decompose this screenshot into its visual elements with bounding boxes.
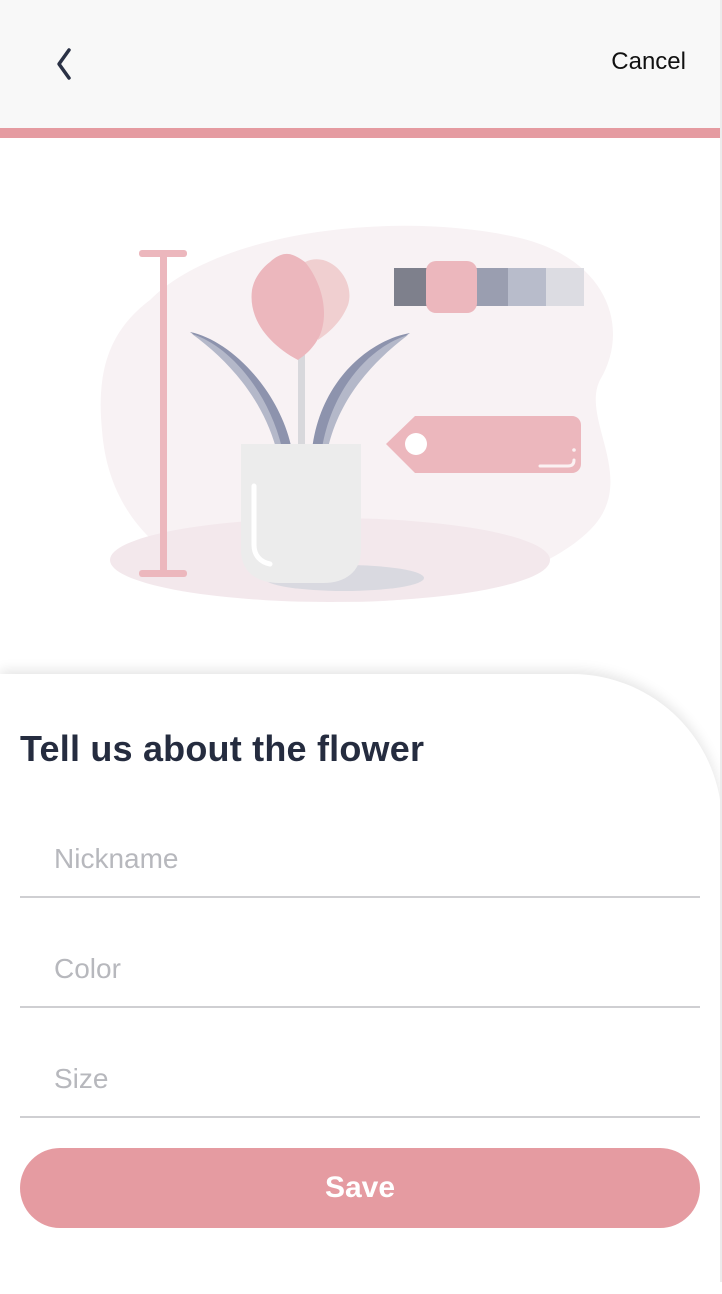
top-bar: Cancel xyxy=(0,0,722,128)
vase xyxy=(241,444,361,583)
flower-vase-illustration xyxy=(100,225,614,602)
save-button[interactable]: Save xyxy=(20,1148,700,1228)
back-button[interactable] xyxy=(36,36,92,92)
swatch-5 xyxy=(546,268,584,306)
form-title: Tell us about the flower xyxy=(20,728,425,769)
nickname-input[interactable] xyxy=(52,842,676,876)
chevron-left-icon xyxy=(57,48,71,80)
swatch-2-selected xyxy=(426,261,477,313)
size-input[interactable] xyxy=(52,1062,676,1096)
header-accent-bar xyxy=(0,128,722,138)
price-tag xyxy=(386,416,581,473)
color-field xyxy=(20,926,700,1008)
nickname-field xyxy=(20,816,700,898)
size-field xyxy=(20,1036,700,1118)
color-swatches xyxy=(394,261,584,313)
cancel-button[interactable]: Cancel xyxy=(611,42,686,82)
color-input[interactable] xyxy=(52,952,676,986)
swatch-4 xyxy=(508,268,548,306)
stem xyxy=(298,355,305,450)
